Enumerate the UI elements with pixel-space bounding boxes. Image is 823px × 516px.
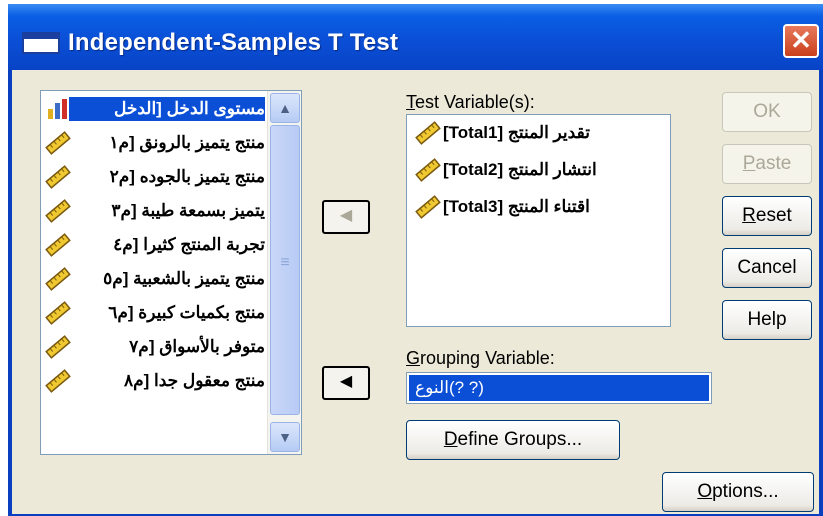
- scroll-down-button[interactable]: ▼: [270, 422, 300, 452]
- scale-ruler-icon: [45, 165, 71, 189]
- list-item[interactable]: منتج بكميات كبيرة [م٦: [41, 295, 267, 329]
- list-item-label: متوفر بالأسواق [م٧: [129, 337, 265, 356]
- list-item[interactable]: متوفر بالأسواق [م٧: [41, 329, 267, 363]
- scale-ruler-icon: [415, 195, 441, 219]
- define-groups-accel: D: [443, 429, 458, 450]
- nominal-bar-icon: [48, 99, 67, 119]
- list-item-label: منتج يتميز بالشعبية [م٥: [103, 269, 265, 288]
- dialog-window: Independent-Samples T Test ✕ مستوى الدخل…: [8, 4, 823, 516]
- scale-ruler-icon: [45, 131, 71, 155]
- reset-accel: R: [742, 205, 756, 226]
- title-bar[interactable]: Independent-Samples T Test ✕: [8, 4, 823, 70]
- window-icon: [22, 32, 60, 54]
- list-item[interactable]: منتج يتميز بالرونق [م١: [41, 125, 267, 159]
- help-button[interactable]: Help: [722, 300, 812, 340]
- list-item-label: منتج يتميز بالرونق [م١: [109, 133, 265, 152]
- options-accel: O: [697, 481, 713, 502]
- ok-button[interactable]: OK: [722, 92, 812, 132]
- grouping-variable-value: النوع(? ?): [409, 375, 709, 401]
- dialog-body: مستوى الدخل [الدخل منتج يتميز بالرونق [م…: [12, 70, 819, 514]
- list-item[interactable]: منتج يتميز بالشعبية [م٥: [41, 261, 267, 295]
- list-item-label: تقدير المنتج [Total1]: [443, 123, 590, 142]
- define-groups-label: efine Groups...: [457, 429, 583, 450]
- list-item-label: مستوى الدخل [الدخل: [69, 97, 265, 121]
- list-item[interactable]: انتشار المنتج [Total2]: [407, 152, 670, 189]
- scrollbar-thumb[interactable]: [270, 125, 300, 415]
- list-item-label: يتميز بسمعة طيبة [م٣: [111, 201, 265, 220]
- list-item[interactable]: يتميز بسمعة طيبة [م٣: [41, 193, 267, 227]
- move-grouping-variable-button[interactable]: ◀: [322, 366, 370, 400]
- reset-label: eset: [755, 205, 792, 226]
- scale-ruler-icon: [415, 121, 441, 145]
- define-groups-button[interactable]: Define Groups...: [406, 420, 620, 460]
- grouping-variable-label-rest: rouping Variable:: [420, 348, 555, 368]
- paste-accel: P: [742, 153, 756, 174]
- scale-ruler-icon: [45, 267, 71, 291]
- source-list-items: مستوى الدخل [الدخل منتج يتميز بالرونق [م…: [41, 91, 267, 454]
- move-test-variable-button[interactable]: ◀: [322, 200, 370, 234]
- test-variables-list[interactable]: تقدير المنتج [Total1] انتشار المنتج [Tot…: [406, 114, 671, 327]
- scroll-up-button[interactable]: ▲: [270, 93, 300, 123]
- options-label: ptions...: [712, 481, 779, 502]
- scale-ruler-icon: [45, 369, 71, 393]
- window-title: Independent-Samples T Test: [68, 29, 399, 56]
- scale-ruler-icon: [415, 158, 441, 182]
- paste-button[interactable]: Paste: [722, 144, 812, 184]
- list-item[interactable]: تقدير المنتج [Total1]: [407, 115, 670, 152]
- scale-ruler-icon: [45, 301, 71, 325]
- grouping-variable-label: Grouping Variable:: [406, 348, 555, 369]
- scale-ruler-icon: [45, 233, 71, 257]
- grouping-variable-field[interactable]: النوع(? ?): [406, 372, 712, 404]
- scale-ruler-icon: [45, 199, 71, 223]
- list-item-label: انتشار المنتج [Total2]: [443, 160, 597, 179]
- paste-label: aste: [755, 153, 792, 174]
- cancel-button[interactable]: Cancel: [722, 248, 812, 288]
- grouping-variable-accel: G: [406, 348, 421, 368]
- source-variable-list[interactable]: مستوى الدخل [الدخل منتج يتميز بالرونق [م…: [40, 90, 302, 455]
- test-variables-label: Test Variable(s):: [406, 92, 535, 113]
- list-item-label: اقتناء المنتج [Total3]: [443, 197, 590, 216]
- list-item[interactable]: منتج يتميز بالجوده [م٢: [41, 159, 267, 193]
- list-item[interactable]: تجربة المنتج كثيرا [م٤: [41, 227, 267, 261]
- vertical-scrollbar[interactable]: ▲ ▼: [267, 91, 301, 454]
- test-variables-accel: T: [406, 92, 415, 112]
- list-item[interactable]: اقتناء المنتج [Total3]: [407, 189, 670, 226]
- test-variables-label-rest: est Variable(s):: [415, 92, 535, 112]
- options-button[interactable]: Options...: [662, 472, 814, 512]
- list-item-label: تجربة المنتج كثيرا [م٤: [113, 235, 265, 254]
- list-item-label: منتج بكميات كبيرة [م٦: [108, 303, 265, 322]
- list-item[interactable]: مستوى الدخل [الدخل: [41, 91, 267, 125]
- reset-button[interactable]: Reset: [722, 196, 812, 236]
- list-item-label: منتج يتميز بالجوده [م٢: [109, 167, 265, 186]
- list-item[interactable]: منتج معقول جدا [م٨: [41, 363, 267, 397]
- list-item-label: منتج معقول جدا [م٨: [123, 371, 265, 390]
- scale-ruler-icon: [45, 335, 71, 359]
- close-button[interactable]: ✕: [783, 24, 819, 58]
